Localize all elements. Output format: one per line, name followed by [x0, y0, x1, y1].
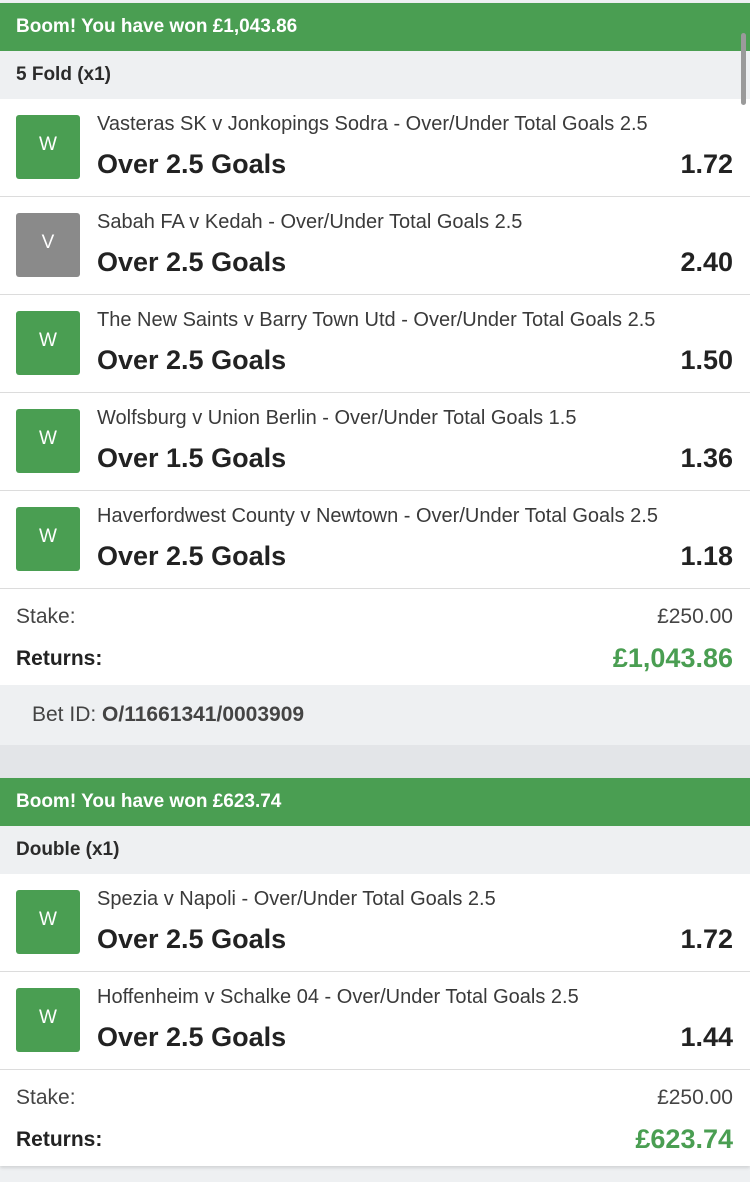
result-badge-void: V — [16, 213, 80, 277]
result-badge-win: W — [16, 988, 80, 1052]
leg-odds: 2.40 — [680, 247, 733, 277]
returns-label: Returns: — [16, 1128, 103, 1151]
result-badge-win: W — [16, 311, 80, 375]
bet-leg[interactable]: W Wolfsburg v Union Berlin - Over/Under … — [0, 392, 750, 490]
leg-selection: Over 2.5 Goals — [97, 1022, 287, 1052]
win-banner: Boom! You have won £623.74 — [0, 778, 750, 826]
leg-market: Wolfsburg v Union Berlin - Over/Under To… — [97, 407, 577, 429]
leg-selection: Over 2.5 Goals — [97, 924, 287, 954]
leg-selection: Over 2.5 Goals — [97, 149, 287, 179]
bet-summary: Stake: £250.00 Returns: £1,043.86 — [0, 588, 750, 685]
bet-summary: Stake: £250.00 Returns: £623.74 — [0, 1069, 750, 1166]
leg-market: Hoffenheim v Schalke 04 - Over/Under Tot… — [97, 986, 579, 1008]
bet-leg[interactable]: V Sabah FA v Kedah - Over/Under Total Go… — [0, 196, 750, 294]
bet-id-label: Bet ID: — [32, 703, 97, 726]
leg-odds: 1.72 — [680, 149, 733, 179]
leg-odds: 1.36 — [680, 443, 733, 473]
leg-selection: Over 2.5 Goals — [97, 247, 287, 277]
bet-leg[interactable]: W Hoffenheim v Schalke 04 - Over/Under T… — [0, 971, 750, 1069]
leg-market: Sabah FA v Kedah - Over/Under Total Goal… — [97, 211, 523, 233]
leg-selection: Over 1.5 Goals — [97, 443, 287, 473]
win-banner: Boom! You have won £1,043.86 — [0, 3, 750, 51]
returns-value: £1,043.86 — [612, 643, 733, 673]
bet-leg[interactable]: W The New Saints v Barry Town Utd - Over… — [0, 294, 750, 392]
stake-value: £250.00 — [657, 1086, 733, 1109]
stake-value: £250.00 — [657, 605, 733, 628]
bet-card-2: Boom! You have won £623.74 Double (x1) W… — [0, 778, 750, 1166]
leg-odds: 1.18 — [680, 541, 733, 571]
stake-label: Stake: — [16, 1086, 76, 1109]
bet-id-row: Bet ID: O/11661341/0003909 — [0, 685, 750, 745]
bet-leg[interactable]: W Haverfordwest County v Newtown - Over/… — [0, 490, 750, 588]
leg-market: Haverfordwest County v Newtown - Over/Un… — [97, 505, 658, 527]
leg-odds: 1.50 — [680, 345, 733, 375]
stake-label: Stake: — [16, 605, 76, 628]
leg-market: Vasteras SK v Jonkopings Sodra - Over/Un… — [97, 113, 648, 135]
result-badge-win: W — [16, 890, 80, 954]
bet-type: Double (x1) — [0, 826, 750, 874]
bet-type: 5 Fold (x1) — [0, 51, 750, 99]
leg-odds: 1.44 — [680, 1022, 733, 1052]
leg-selection: Over 2.5 Goals — [97, 541, 287, 571]
bet-leg[interactable]: W Spezia v Napoli - Over/Under Total Goa… — [0, 874, 750, 971]
section-divider — [0, 745, 750, 778]
returns-value: £623.74 — [635, 1124, 733, 1154]
scrollbar-thumb[interactable] — [741, 33, 746, 105]
bet-leg[interactable]: W Vasteras SK v Jonkopings Sodra - Over/… — [0, 99, 750, 196]
returns-label: Returns: — [16, 647, 103, 670]
leg-odds: 1.72 — [680, 924, 733, 954]
result-badge-win: W — [16, 409, 80, 473]
bet-card-1: Boom! You have won £1,043.86 5 Fold (x1)… — [0, 3, 750, 685]
result-badge-win: W — [16, 507, 80, 571]
leg-selection: Over 2.5 Goals — [97, 345, 287, 375]
result-badge-win: W — [16, 115, 80, 179]
leg-market: Spezia v Napoli - Over/Under Total Goals… — [97, 888, 496, 910]
leg-market: The New Saints v Barry Town Utd - Over/U… — [97, 309, 656, 331]
bet-id-value: O/11661341/0003909 — [102, 703, 305, 726]
